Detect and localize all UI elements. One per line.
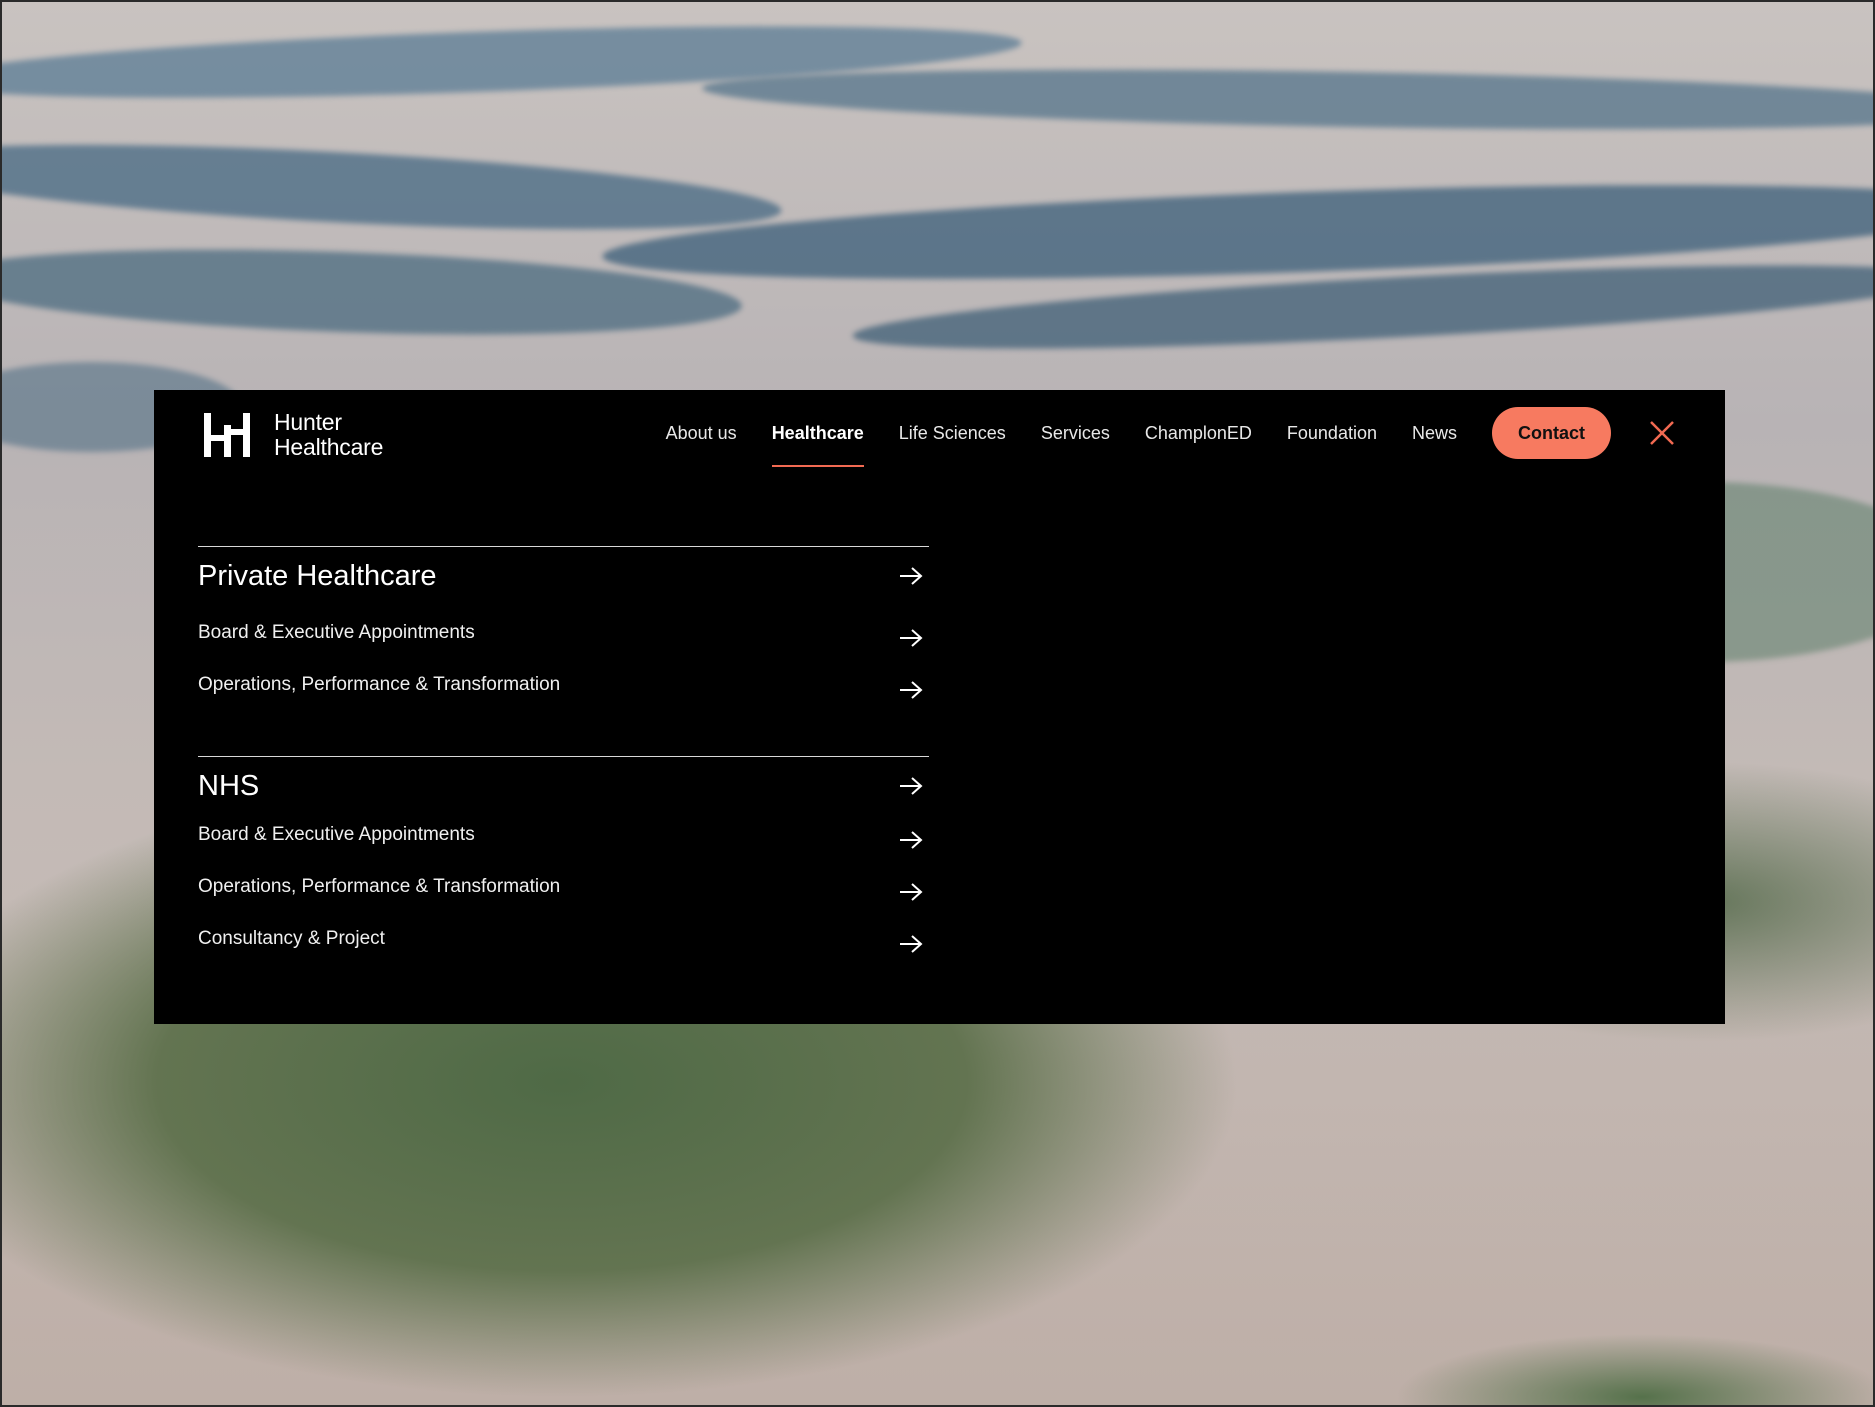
submenu-link[interactable]: Operations, Performance & Transformation (198, 867, 929, 907)
nav-item-foundation[interactable]: Foundation (1287, 423, 1377, 444)
brand-name: Hunter Healthcare (274, 410, 383, 460)
submenu-label: Board & Executive Appointments (198, 824, 475, 845)
lagoon-band (2, 128, 784, 246)
brand-name-line2: Healthcare (274, 434, 384, 460)
submenu-label: Consultancy & Project (198, 928, 385, 949)
submenu-link[interactable]: Board & Executive Appointments (198, 815, 929, 855)
menu-section-nhs: NHS Board & Executive Appointments Opera… (198, 756, 929, 959)
submenu-link[interactable]: Board & Executive Appointments (198, 613, 929, 653)
nav-item-services[interactable]: Services (1041, 423, 1110, 444)
brand-name-line1: Hunter (274, 409, 342, 435)
nav-item-healthcare[interactable]: Healthcare (771, 423, 864, 467)
lagoon-band (701, 60, 1873, 139)
nav-item-news[interactable]: News (1412, 423, 1457, 444)
submenu-label: Operations, Performance & Transformation (198, 876, 561, 897)
logo-mark-icon (204, 413, 250, 457)
nav-item-about-us[interactable]: About us (666, 423, 737, 444)
section-heading-link[interactable]: NHS (198, 761, 929, 811)
mega-menu-panel: Hunter Healthcare About us Healthcare Li… (154, 390, 1725, 1024)
nav-item-life-sciences[interactable]: Life Sciences (899, 423, 1006, 444)
arrow-right-icon (900, 831, 923, 849)
arrow-right-icon (900, 681, 923, 699)
submenu-link[interactable]: Consultancy & Project (198, 919, 929, 959)
arrow-right-icon (900, 567, 923, 585)
main-nav: About us Healthcare Life Sciences Servic… (666, 407, 1677, 467)
section-title: NHS (198, 769, 260, 802)
submenu-label: Board & Executive Appointments (198, 622, 475, 643)
section-heading-link[interactable]: Private Healthcare (198, 551, 929, 601)
arrow-right-icon (900, 777, 923, 795)
section-title: Private Healthcare (198, 559, 437, 592)
menu-section-private-healthcare: Private Healthcare Board & Executive App… (198, 546, 929, 705)
close-icon[interactable] (1647, 418, 1677, 448)
submenu-label: Operations, Performance & Transformation (198, 674, 561, 695)
arrow-right-icon (900, 883, 923, 901)
nav-item-champloned[interactable]: ChamplonED (1145, 423, 1252, 444)
brand-logo[interactable]: Hunter Healthcare (202, 410, 383, 460)
arrow-right-icon (900, 629, 923, 647)
page: Hunter Healthcare About us Healthcare Li… (0, 0, 1875, 1407)
contact-button[interactable]: Contact (1492, 407, 1611, 459)
submenu-link[interactable]: Operations, Performance & Transformation (198, 665, 929, 705)
arrow-right-icon (900, 935, 923, 953)
